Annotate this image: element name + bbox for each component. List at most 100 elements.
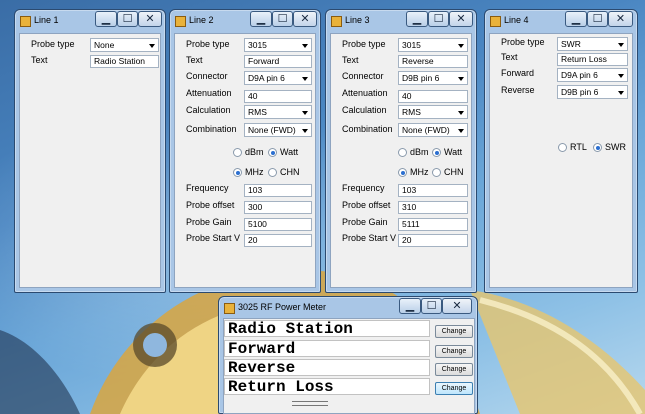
forward-select[interactable]: D9A pin 6 <box>557 68 628 82</box>
frequency-label: Frequency <box>342 183 385 193</box>
close-button[interactable]: ✕ <box>449 11 473 27</box>
attenuation-input[interactable]: 40 <box>398 90 468 103</box>
probe-start-input[interactable]: 20 <box>244 234 312 247</box>
probe-gain-input[interactable]: 5100 <box>244 218 312 231</box>
minimize-button[interactable]: ▁ <box>250 11 272 27</box>
line4-titlebar[interactable]: Line 4 ▁ ☐ ✕ <box>485 10 637 32</box>
chevron-down-icon <box>302 44 308 48</box>
line2-window: Line 2 ▁ ☐ ✕ Probe type 3015 Text Forwar… <box>169 9 321 293</box>
app-icon <box>490 16 501 27</box>
connector-select[interactable]: D9B pin 6 <box>398 71 468 85</box>
chevron-down-icon <box>149 44 155 48</box>
connector-select[interactable]: D9A pin 6 <box>244 71 312 85</box>
window-title: Line 2 <box>189 15 214 25</box>
combination-select[interactable]: None (FWD) <box>244 123 312 137</box>
meter-line-3: Reverse <box>224 359 430 376</box>
combination-label: Combination <box>186 124 237 134</box>
app-icon <box>20 16 31 27</box>
text-input[interactable]: Return Loss <box>557 53 628 66</box>
minimize-button[interactable]: ▁ <box>399 298 421 314</box>
probe-offset-label: Probe offset <box>342 200 391 210</box>
text-input[interactable]: Radio Station <box>90 55 159 68</box>
calculation-select[interactable]: RMS <box>398 105 468 119</box>
chevron-down-icon <box>302 77 308 81</box>
line2-titlebar[interactable]: Line 2 ▁ ☐ ✕ <box>170 10 320 32</box>
maximize-icon: ☐ <box>433 12 444 25</box>
probe-type-select[interactable]: None <box>90 38 159 52</box>
close-button[interactable]: ✕ <box>608 11 633 27</box>
text-label: Text <box>342 55 359 65</box>
watt-radio-label: Watt <box>444 147 463 157</box>
chevron-down-icon <box>458 129 464 133</box>
frequency-input[interactable]: 103 <box>398 184 468 197</box>
text-input[interactable]: Reverse <box>398 55 468 68</box>
app-icon <box>224 303 235 314</box>
chevron-down-icon <box>618 91 624 95</box>
close-icon: ✕ <box>300 12 310 25</box>
connector-value: D9A pin 6 <box>248 73 285 83</box>
combination-select[interactable]: None (FWD) <box>398 123 468 137</box>
minimize-icon: ▁ <box>256 12 266 25</box>
chn-radio-label: CHN <box>444 167 464 177</box>
chn-radio[interactable] <box>432 168 441 177</box>
close-button[interactable]: ✕ <box>138 11 162 27</box>
change-button-4[interactable]: Change <box>435 382 473 395</box>
attenuation-input[interactable]: 40 <box>244 90 312 103</box>
calculation-value: RMS <box>402 107 421 117</box>
watt-radio[interactable] <box>432 148 441 157</box>
connector-label: Connector <box>342 71 384 81</box>
frequency-label: Frequency <box>186 183 229 193</box>
probe-type-select[interactable]: 3015 <box>398 38 468 52</box>
line4-client: Probe type SWR Text Return Loss Forward … <box>489 33 633 288</box>
change-button-2[interactable]: Change <box>435 345 473 358</box>
probe-start-input[interactable]: 20 <box>398 234 468 247</box>
probe-type-value: SWR <box>561 39 581 49</box>
probe-offset-input[interactable]: 310 <box>398 201 468 214</box>
line3-titlebar[interactable]: Line 3 ▁ ☐ ✕ <box>326 10 476 32</box>
app-icon <box>175 16 186 27</box>
probe-offset-input[interactable]: 300 <box>244 201 312 214</box>
close-button[interactable]: ✕ <box>293 11 317 27</box>
maximize-button[interactable]: ☐ <box>428 11 449 27</box>
change-button-1[interactable]: Change <box>435 325 473 338</box>
reverse-select[interactable]: D9B pin 6 <box>557 85 628 99</box>
dbm-radio-label: dBm <box>245 147 264 157</box>
frequency-input[interactable]: 103 <box>244 184 312 197</box>
line1-titlebar[interactable]: Line 1 ▁ ☐ ✕ <box>15 10 165 32</box>
calculation-select[interactable]: RMS <box>244 105 312 119</box>
reverse-value: D9B pin 6 <box>561 87 599 97</box>
attenuation-label: Attenuation <box>342 88 388 98</box>
maximize-button[interactable]: ☐ <box>587 11 608 27</box>
line3-client: Probe type 3015 Text Reverse Connector D… <box>330 33 472 288</box>
minimize-button[interactable]: ▁ <box>406 11 428 27</box>
reverse-label: Reverse <box>501 85 535 95</box>
text-input[interactable]: Forward <box>244 55 312 68</box>
meter-titlebar[interactable]: 3025 RF Power Meter ▁ ☐ ✕ <box>219 297 477 319</box>
mhz-radio[interactable] <box>233 168 242 177</box>
close-button[interactable]: ✕ <box>442 298 472 314</box>
maximize-button[interactable]: ☐ <box>117 11 138 27</box>
line4-window: Line 4 ▁ ☐ ✕ Probe type SWR Text Return … <box>484 9 638 293</box>
chn-radio[interactable] <box>268 168 277 177</box>
mhz-radio[interactable] <box>398 168 407 177</box>
minimize-button[interactable]: ▁ <box>565 11 587 27</box>
dbm-radio[interactable] <box>233 148 242 157</box>
probe-type-select[interactable]: 3015 <box>244 38 312 52</box>
probe-type-select[interactable]: SWR <box>557 37 628 51</box>
swr-radio[interactable] <box>593 143 602 152</box>
minimize-button[interactable]: ▁ <box>95 11 117 27</box>
dbm-radio-label: dBm <box>410 147 429 157</box>
calculation-value: RMS <box>248 107 267 117</box>
dbm-radio[interactable] <box>398 148 407 157</box>
change-button-3[interactable]: Change <box>435 363 473 376</box>
maximize-button[interactable]: ☐ <box>421 298 442 314</box>
minimize-icon: ▁ <box>101 12 111 25</box>
rtl-radio[interactable] <box>558 143 567 152</box>
resize-grip[interactable] <box>292 401 328 406</box>
rtl-radio-label: RTL <box>570 142 587 152</box>
maximize-button[interactable]: ☐ <box>272 11 293 27</box>
probe-type-label: Probe type <box>501 37 545 47</box>
watt-radio[interactable] <box>268 148 277 157</box>
probe-gain-input[interactable]: 5111 <box>398 218 468 231</box>
chevron-down-icon <box>618 74 624 78</box>
